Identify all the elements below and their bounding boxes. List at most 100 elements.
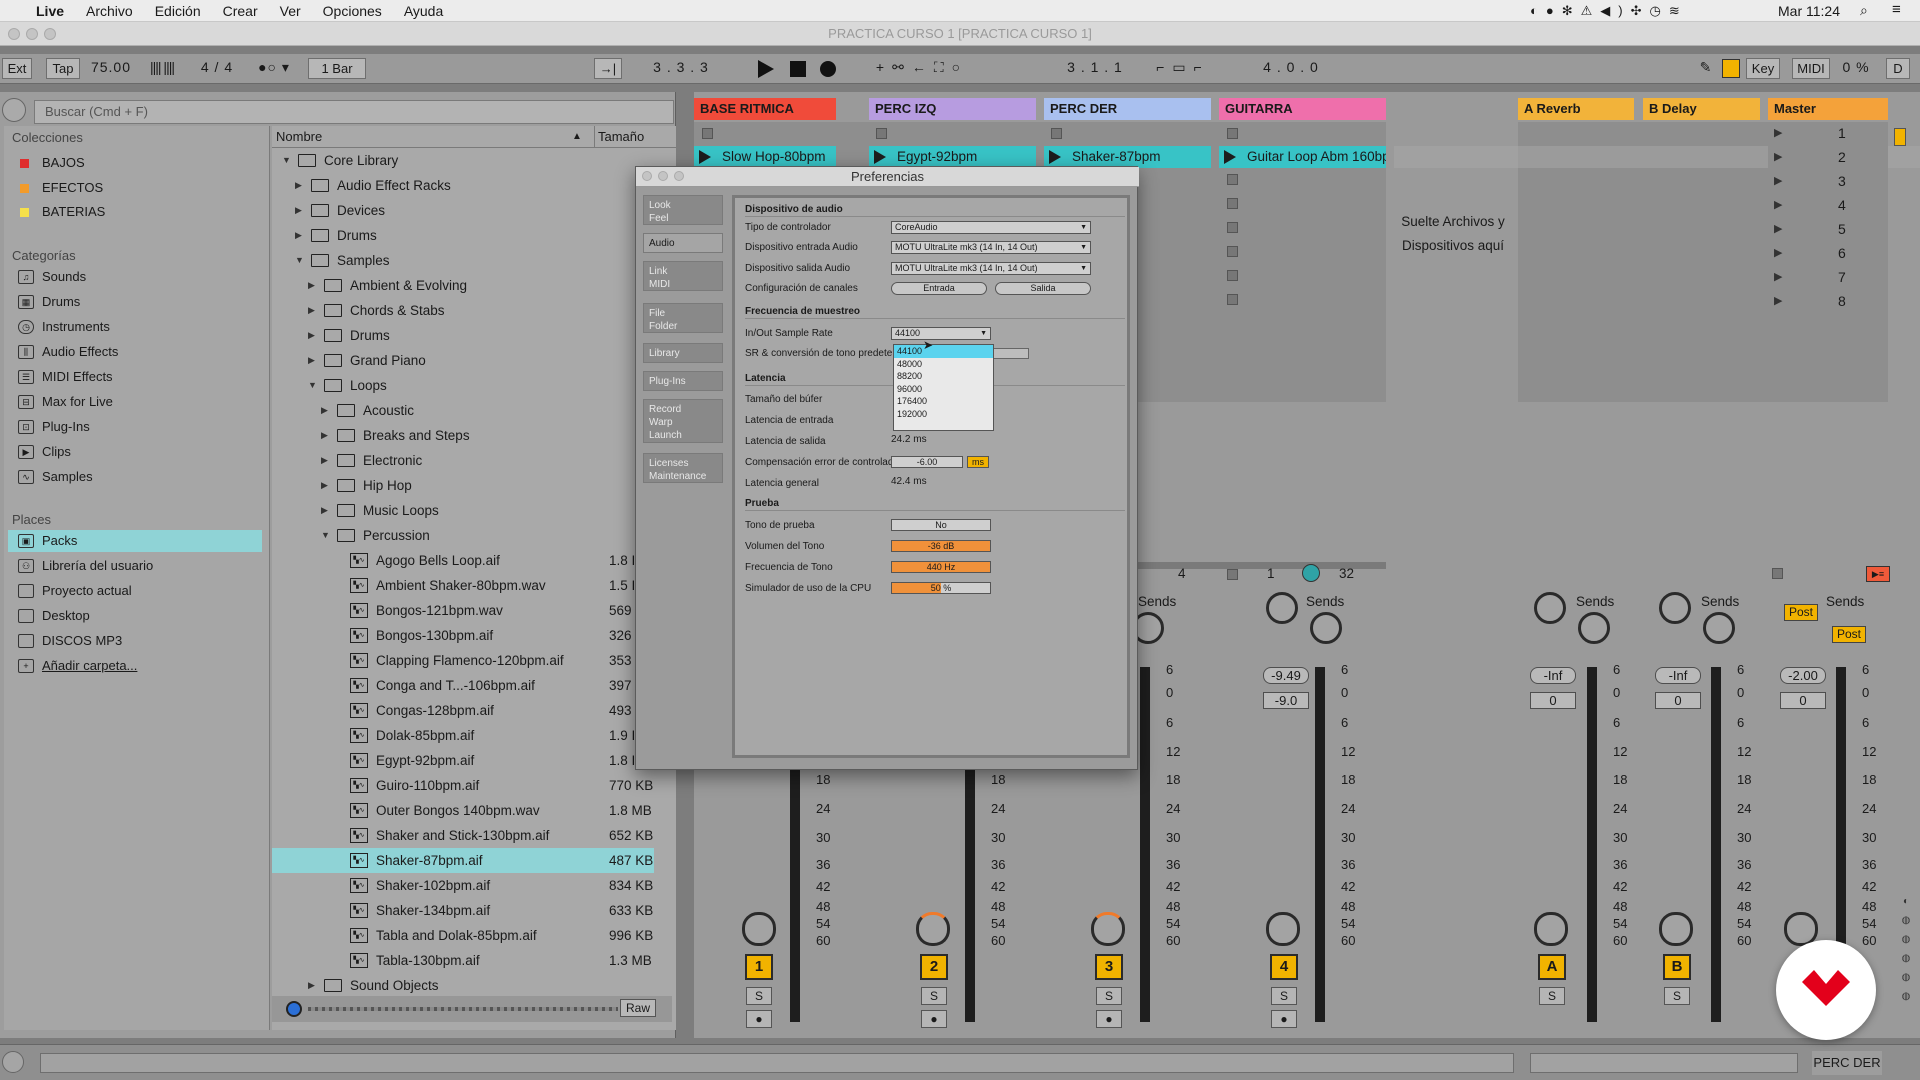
stop-icon[interactable]	[790, 61, 806, 77]
category-max-for-live[interactable]: ⊟ Max for Live	[16, 391, 270, 413]
time-signature-field[interactable]: 4 / 4	[190, 58, 244, 79]
disclosure-closed-icon[interactable]: ▶	[321, 473, 331, 498]
midi-map-button[interactable]: MIDI	[1792, 58, 1830, 79]
track-header-a-reverb[interactable]: A Reverb	[1518, 98, 1634, 120]
scene-launch-icon[interactable]: ▶	[1774, 242, 1782, 264]
post-button[interactable]: Post	[1832, 626, 1866, 643]
close-light-icon[interactable]	[642, 171, 652, 181]
tab-licenses-maintenance[interactable]: Licenses Maintenance	[643, 453, 723, 483]
play-icon[interactable]	[758, 60, 774, 78]
view-selector-icons[interactable]: ◐ ◍ ◍ ◍ ◍ ◍	[1898, 892, 1914, 1022]
close-light-icon[interactable]	[8, 28, 20, 40]
sample-rate-select[interactable]: 44100	[891, 327, 991, 340]
master-pan-value[interactable]: 0	[1780, 692, 1826, 709]
reverb-volume-value[interactable]: -Inf	[1530, 667, 1576, 684]
activator-icon[interactable]	[1227, 569, 1238, 580]
sample-rate-option[interactable]: 176400	[894, 395, 993, 408]
sample-rate-option[interactable]: 48000	[894, 358, 993, 371]
clip-shaker[interactable]: Shaker-87bpm	[1044, 146, 1211, 168]
folder-row[interactable]: ▶ Grand Piano	[272, 348, 654, 373]
disclosure-closed-icon[interactable]: ▶	[295, 223, 305, 248]
file-row[interactable]: ▚∿ Bongos-130bpm.aif 326	[272, 623, 654, 648]
solo-button[interactable]: S	[1096, 987, 1122, 1005]
clip-slot-icon[interactable]	[1227, 270, 1238, 281]
column-size-header[interactable]: Tamaño	[598, 126, 644, 148]
track-activator-1[interactable]: 1	[745, 954, 773, 980]
scene-row[interactable]: ▶ 8	[1768, 290, 1888, 312]
file-row[interactable]: ▚∿ Guiro-110bpm.aif 770 KB	[272, 773, 654, 798]
send-a-knob[interactable]	[1659, 592, 1691, 624]
place-current-project[interactable]: Proyecto actual	[16, 580, 270, 602]
clip-slow-hop[interactable]: Slow Hop-80bpm	[694, 146, 836, 168]
disclosure-closed-icon[interactable]: ▶	[308, 273, 318, 298]
return-activator-b[interactable]: B	[1663, 954, 1691, 980]
guitar-pan-value[interactable]: -9.0	[1263, 692, 1309, 709]
folder-row[interactable]: ▼ Percussion	[272, 523, 654, 548]
clip-play-icon[interactable]	[1224, 150, 1236, 164]
clip-slot-icon[interactable]	[1227, 198, 1238, 209]
arm-record-icon[interactable]: ●	[1271, 1010, 1297, 1028]
file-row[interactable]: ▚∿ Clapping Flamenco-120bpm.aif 353	[272, 648, 654, 673]
track-activator-3[interactable]: 3	[1095, 954, 1123, 980]
clip-play-icon[interactable]	[874, 150, 886, 164]
scene-launch-icon[interactable]: ▶	[1774, 290, 1782, 312]
draw-mode-icon[interactable]: ✎	[1696, 58, 1716, 79]
search-input[interactable]: Buscar (Cmd + F)	[34, 100, 674, 124]
send-a-knob[interactable]	[1266, 592, 1298, 624]
tab-look-feel[interactable]: Look Feel	[643, 195, 723, 225]
src-select[interactable]	[993, 348, 1029, 359]
menu-ayuda[interactable]: Ayuda	[404, 3, 443, 19]
scene-launch-icon[interactable]: ▶	[1774, 122, 1782, 144]
tab-library[interactable]: Library	[643, 343, 723, 363]
guitar-volume-value[interactable]: -9.49	[1263, 667, 1309, 684]
disclosure-closed-icon[interactable]: ▶	[321, 423, 331, 448]
place-discos-mp3[interactable]: DISCOS MP3	[16, 630, 270, 652]
category-midi-effects[interactable]: ☰ MIDI Effects	[16, 366, 270, 388]
driver-error-comp-field[interactable]: -6.00	[891, 456, 963, 468]
disclosure-open-icon[interactable]: ▼	[308, 373, 318, 398]
post-button[interactable]: Post	[1784, 604, 1818, 621]
menu-archivo[interactable]: Archivo	[86, 3, 133, 19]
pan-knob[interactable]	[1534, 912, 1568, 946]
scene-row[interactable]: ▶ 5	[1768, 218, 1888, 240]
follow-icon[interactable]: →|	[594, 58, 622, 79]
cpu-simulator-field[interactable]: 50 %	[891, 582, 991, 594]
menu-ver[interactable]: Ver	[280, 3, 301, 19]
arm-record-icon[interactable]: ●	[1096, 1010, 1122, 1028]
scene-row[interactable]: ▶ 3	[1768, 170, 1888, 192]
solo-button[interactable]: S	[921, 987, 947, 1005]
scene-launch-icon[interactable]: ▶	[1774, 266, 1782, 288]
folder-row[interactable]: ▼ Core Library	[272, 148, 654, 173]
metronome-icon[interactable]: ●○ ▾	[254, 58, 294, 79]
folder-row[interactable]: ▶ Audio Effect Racks	[272, 173, 654, 198]
scene-row[interactable]: ▶ 4	[1768, 194, 1888, 216]
sort-up-icon[interactable]: ▲	[572, 126, 582, 148]
scene-launch-icon[interactable]: ▶	[1774, 170, 1782, 192]
send-b-knob[interactable]	[1703, 612, 1735, 644]
ext-sync-button[interactable]: Ext	[2, 58, 32, 79]
info-toggle-icon[interactable]	[2, 1051, 24, 1073]
track-activator-4[interactable]: 4	[1270, 954, 1298, 980]
solo-button[interactable]: S	[1664, 987, 1690, 1005]
pan-knob[interactable]	[916, 912, 950, 946]
place-packs[interactable]: ▣ Packs	[8, 530, 262, 552]
clip-stop-icon[interactable]	[876, 128, 887, 139]
preview-toggle-icon[interactable]	[286, 1001, 302, 1017]
arrangement-position-field[interactable]: 3 . 3 . 3	[626, 58, 736, 79]
menu-app[interactable]: Live	[36, 3, 64, 19]
category-drums[interactable]: ▦ Drums	[16, 291, 270, 313]
category-samples[interactable]: ∿ Samples	[16, 466, 270, 488]
clip-play-icon[interactable]	[1049, 150, 1061, 164]
zoom-light-icon[interactable]	[674, 171, 684, 181]
clip-slot-icon[interactable]	[1227, 294, 1238, 305]
disclosure-open-icon[interactable]: ▼	[295, 248, 305, 273]
computer-midi-keyboard-icon[interactable]	[1722, 59, 1740, 78]
disclosure-closed-icon[interactable]: ▶	[308, 298, 318, 323]
clip-stop-icon[interactable]	[1051, 128, 1062, 139]
disclosure-closed-icon[interactable]: ▶	[295, 173, 305, 198]
file-row[interactable]: ▚∿ Shaker-102bpm.aif 834 KB	[272, 873, 654, 898]
clip-slot-icon[interactable]	[1227, 174, 1238, 185]
collection-bajos[interactable]: BAJOS	[16, 152, 270, 174]
file-row[interactable]: ▚∿ Shaker-134bpm.aif 633 KB	[272, 898, 654, 923]
master-stop-icon[interactable]	[1772, 568, 1783, 579]
